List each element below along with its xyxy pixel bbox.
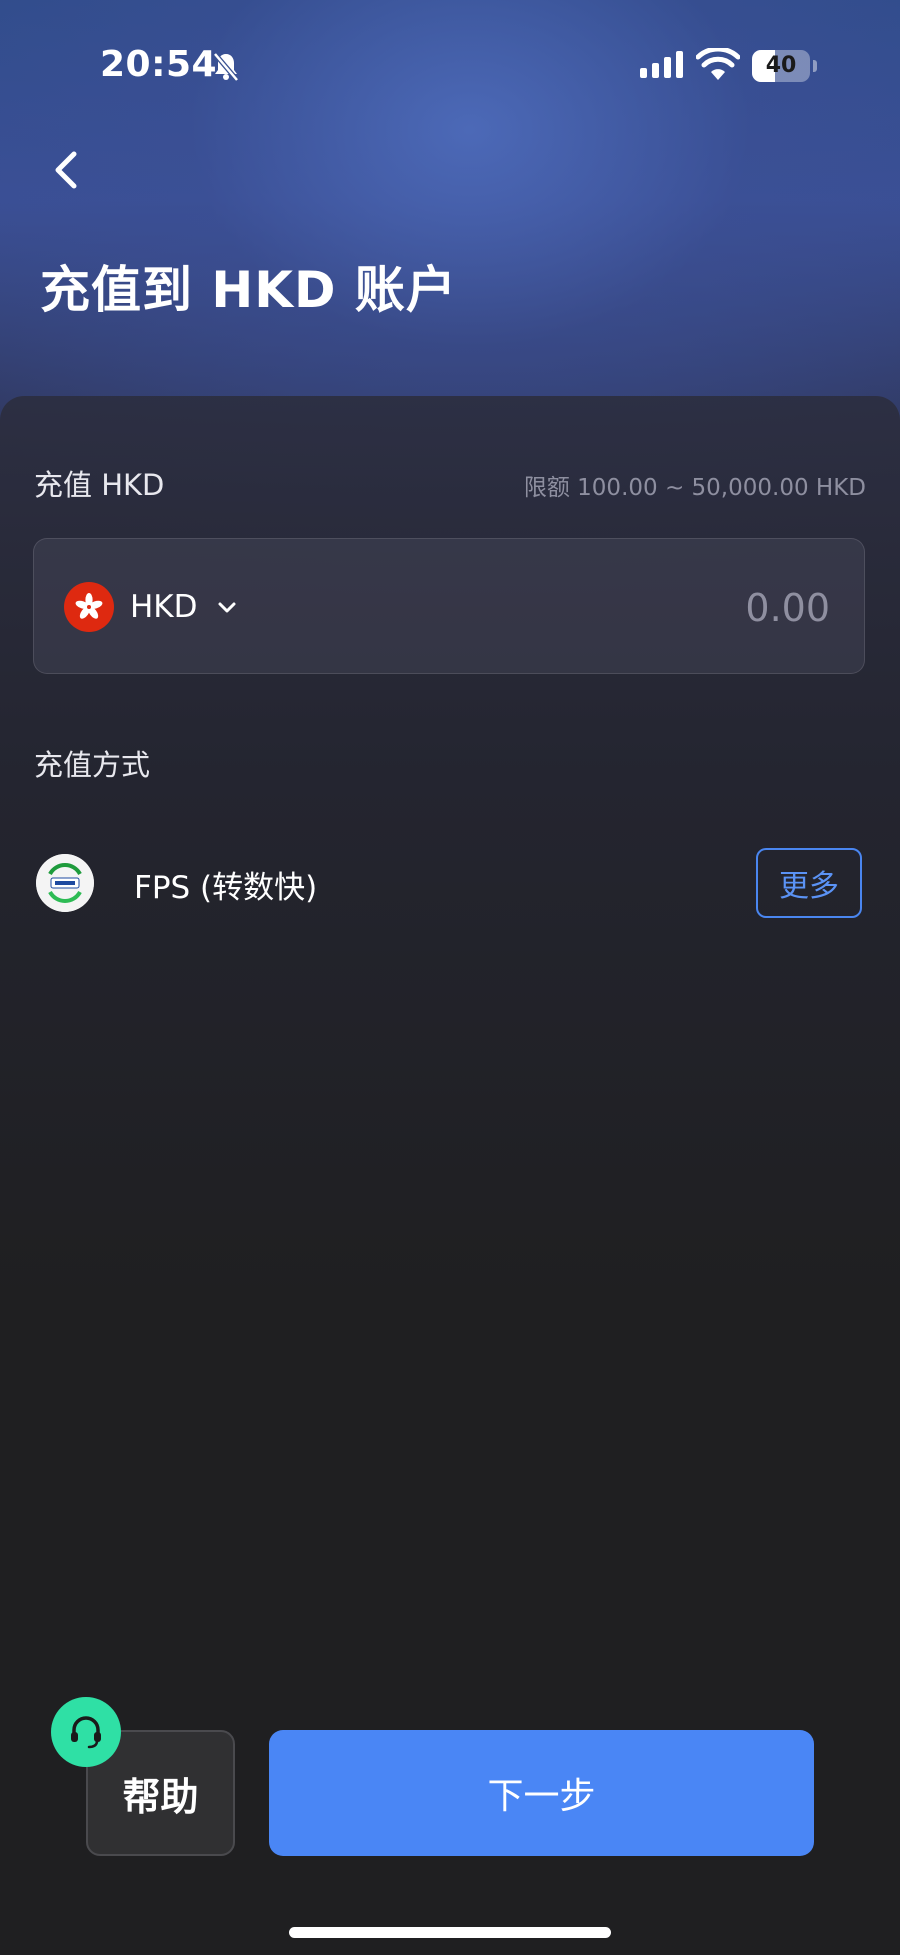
screen: 20:54 40 充值到 HKD 账户 充值 HKD 限额 100.00 ~ 5… (0, 0, 900, 1955)
back-button[interactable] (40, 140, 94, 200)
customer-service-button[interactable] (51, 1697, 121, 1767)
battery-percent: 40 (765, 53, 797, 78)
currency-code: HKD (130, 589, 198, 625)
home-indicator (289, 1927, 611, 1938)
currency-selector[interactable]: HKD (64, 539, 238, 675)
method-name: FPS (转数快) (134, 870, 318, 906)
chevron-down-icon (218, 602, 236, 613)
payment-method-fps[interactable]: FPS (转数快) 更多 (34, 848, 866, 918)
page-title: 充值到 HKD 账户 (40, 261, 457, 319)
method-label: 充值方式 (34, 748, 151, 782)
battery-icon: 40 (752, 50, 818, 82)
fps-logo-icon (36, 854, 94, 912)
hk-flag-icon (64, 582, 114, 632)
limit-text: 限额 100.00 ~ 50,000.00 HKD (523, 475, 866, 501)
headset-icon (71, 1716, 101, 1749)
signal-icon (640, 51, 683, 78)
amount-box: HKD (33, 538, 865, 677)
wifi-icon (696, 48, 740, 80)
more-button[interactable]: 更多 (756, 848, 862, 918)
next-step-button[interactable]: 下一步 (269, 1730, 814, 1856)
amount-input[interactable] (528, 539, 832, 677)
bell-off-icon (213, 52, 239, 82)
status-bar: 20:54 40 (0, 0, 900, 130)
amount-label: 充值 HKD (34, 468, 165, 502)
status-time: 20:54 (100, 44, 218, 85)
back-arrow-icon (55, 151, 77, 189)
